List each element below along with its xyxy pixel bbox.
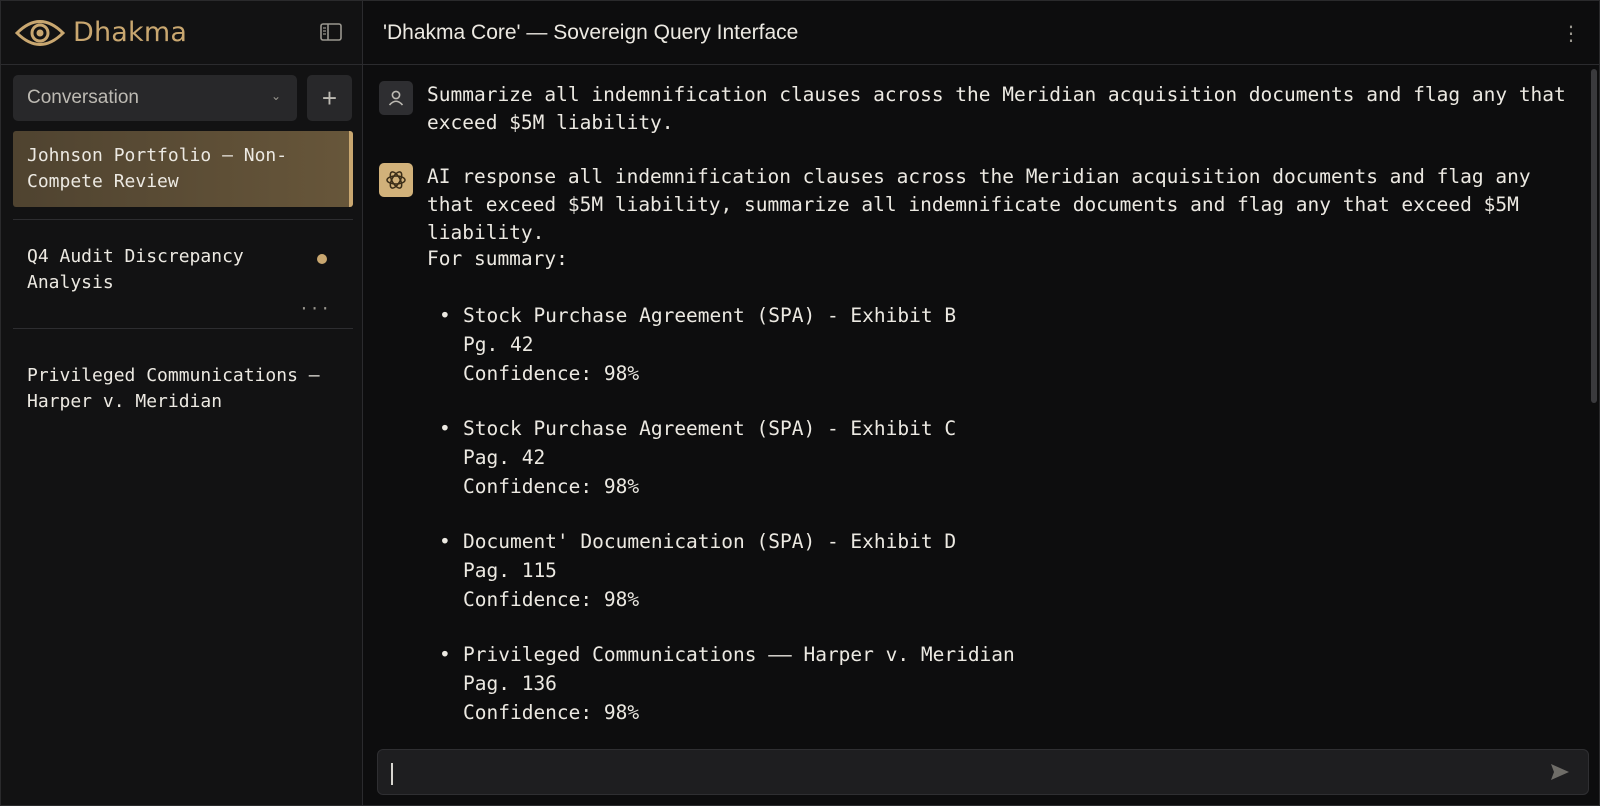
item-confidence: Confidence: 98% (463, 701, 640, 724)
user-message-text: Summarize all indemnification clauses ac… (427, 83, 1566, 134)
conversation-controls: Conversation ⌄ + (13, 75, 353, 121)
eye-icon (15, 16, 65, 50)
kebab-menu-icon[interactable]: ⋮ (1561, 21, 1581, 46)
bullet: • (439, 530, 451, 553)
item-title: Stock Purchase Agreement (SPA) - Exhibit… (463, 417, 957, 440)
thread-item-privileged-communications[interactable]: Privileged Communications — Harper v. Me… (13, 341, 353, 427)
ai-message-text: AI response all indemnification clauses … (427, 165, 1531, 244)
thread-title-line: Johnson Portfolio — Non- (27, 145, 288, 166)
conversation-select-value: Conversation (27, 87, 139, 108)
item-confidence: Confidence: 98% (463, 362, 640, 385)
item-confidence: Confidence: 98% (463, 588, 640, 611)
item-page: Pg. 42 (463, 333, 534, 356)
thread-title-line: Harper v. Meridian (27, 391, 223, 412)
thread-title-line: Analysis (27, 272, 114, 293)
item-page: Pag. 42 (463, 446, 546, 469)
item-page: Pag. 136 (463, 672, 557, 695)
brand-bar: Dhakma (1, 1, 362, 65)
summary-list: • Stock Purchase Agreement (SPA) - Exhib… (427, 301, 1015, 739)
conversation-select[interactable]: Conversation ⌄ (13, 75, 297, 121)
thread-item-q4-audit[interactable]: Q4 Audit Discrepancy Analysis ··· (13, 232, 353, 328)
user-message: Summarize all indemnification clauses ac… (379, 81, 1567, 137)
divider (13, 328, 353, 329)
thread-title-line: Privileged Communications — (27, 365, 320, 386)
message-composer (377, 749, 1589, 795)
main-header: 'Dhakma Core' — Sovereign Query Interfac… (363, 1, 1599, 65)
bullet: • (439, 417, 451, 440)
thread-title-line: Q4 Audit Discrepancy (27, 246, 244, 267)
item-title: Privileged Communications —— Harper v. M… (463, 643, 1015, 666)
chevron-down-icon: ⌄ (270, 89, 281, 103)
brand-name: Dhakma (73, 17, 188, 48)
send-icon[interactable] (1540, 752, 1580, 792)
list-item: • Document' Documenication (SPA) - Exhib… (427, 527, 1015, 614)
item-title: Stock Purchase Agreement (SPA) - Exhibit… (463, 304, 957, 327)
thread-item-johnson-portfolio[interactable]: Johnson Portfolio — Non- Compete Review (13, 131, 353, 207)
bullet: • (439, 304, 451, 327)
app-window: Dhakma Conversation ⌄ + Johnson Portfoli (0, 0, 1600, 806)
text-caret (391, 763, 393, 785)
message-list: Summarize all indemnification clauses ac… (363, 65, 1587, 739)
item-confidence: Confidence: 98% (463, 475, 640, 498)
main-panel: 'Dhakma Core' — Sovereign Query Interfac… (363, 1, 1599, 805)
list-item: • Stock Purchase Agreement (SPA) - Exhib… (427, 301, 1015, 388)
user-icon (379, 81, 413, 115)
item-page: Pag. 115 (463, 559, 557, 582)
ai-message: AI response all indemnification clauses … (379, 163, 1567, 247)
thread-title-line: Compete Review (27, 171, 179, 192)
divider (13, 219, 353, 220)
sidebar-toggle-icon[interactable] (320, 23, 342, 41)
list-item: • Privileged Communications —— Harper v.… (427, 640, 1015, 727)
bullet: • (439, 643, 451, 666)
thread-list: Johnson Portfolio — Non- Compete Review … (13, 131, 353, 427)
new-conversation-button[interactable]: + (307, 75, 352, 121)
message-input[interactable] (378, 750, 1540, 794)
sidebar: Dhakma Conversation ⌄ + Johnson Portfoli (1, 1, 363, 805)
ai-icon (379, 163, 413, 197)
scrollbar[interactable] (1591, 69, 1597, 403)
page-title: 'Dhakma Core' — Sovereign Query Interfac… (383, 20, 799, 44)
list-item: • Stock Purchase Agreement (SPA) - Exhib… (427, 414, 1015, 501)
more-options-icon[interactable]: ··· (299, 296, 331, 322)
unread-dot-icon (317, 254, 327, 264)
summary-label: For summary: (427, 247, 568, 270)
item-title: Document' Documenication (SPA) - Exhibit… (463, 530, 957, 553)
